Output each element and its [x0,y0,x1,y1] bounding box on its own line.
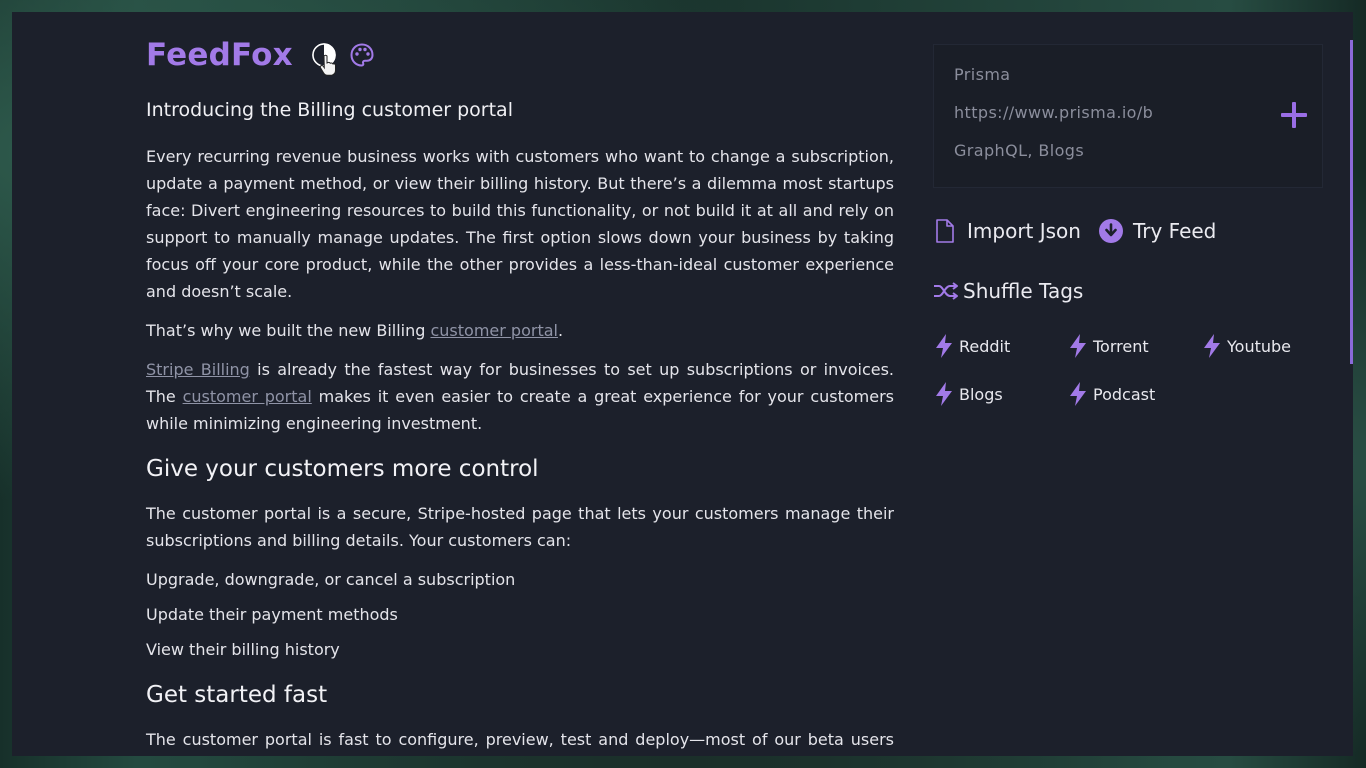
tag-item[interactable]: Torrent [1067,333,1201,359]
tag-item[interactable]: Podcast [1067,381,1201,407]
customer-portal-link[interactable]: customer portal [430,321,557,340]
add-feed-button[interactable] [1280,101,1308,129]
article-heading: Introducing the Billing customer portal [146,99,513,121]
tag-item[interactable]: Reddit [933,333,1067,359]
theme-toggle-icon[interactable] [311,42,337,76]
shuffle-icon [934,282,958,300]
tag-label: Blogs [959,384,1003,404]
list-item: Upgrade, downgrade, or cancel a subscrip… [146,570,516,589]
feed-url-input[interactable]: https://www.prisma.io/b [954,101,1302,139]
tag-label: Youtube [1227,336,1291,356]
palette-icon[interactable] [349,42,375,68]
try-feed-label: Try Feed [1132,219,1217,243]
add-feed-form: Prisma https://www.prisma.io/b GraphQL, … [933,44,1323,188]
paragraph-intro: Every recurring revenue business works w… [146,147,894,301]
tag-label: Reddit [959,336,1011,356]
file-icon [936,219,954,243]
header: FeedFox [146,37,375,76]
lightning-icon [1204,334,1220,358]
scrollbar[interactable] [1350,40,1353,364]
section-heading-started: Get started fast [146,682,328,708]
text-span: That’s why we built the new Billing [146,321,431,340]
list-item: Update their payment methods [146,605,398,624]
lightning-icon [936,382,952,406]
lightning-icon [936,334,952,358]
tag-label: Torrent [1093,336,1149,356]
app-panel: FeedFox Introducing the Billing customer… [12,12,1353,756]
lightning-icon [1070,382,1086,406]
paragraph-started: The customer portal is fast to configure… [146,730,894,749]
tag-item[interactable]: Blogs [933,381,1067,407]
import-json-label: Import Json [967,219,1081,243]
hand-cursor-icon [319,54,336,76]
feed-name-input[interactable]: Prisma [954,63,1302,101]
shuffle-tags-button[interactable]: Shuffle Tags [933,279,1323,303]
import-json-button[interactable]: Import Json [933,218,1081,244]
stripe-billing-link[interactable]: Stripe Billing [146,360,250,379]
customer-portal-link-2[interactable]: customer portal [183,387,312,406]
download-circle-icon [1098,219,1123,243]
list-item: View their billing history [146,640,340,659]
actions-row: Import Json Try Feed [933,216,1323,246]
tag-label: Podcast [1093,384,1156,404]
section-heading-control: Give your customers more control [146,456,539,482]
paragraph-portal: The customer portal is a secure, Stripe-… [146,504,894,550]
tag-item[interactable]: Youtube [1201,333,1335,359]
sidebar: Prisma https://www.prisma.io/b GraphQL, … [933,44,1323,407]
article: Introducing the Billing customer portal … [146,96,894,756]
lightning-icon [1070,334,1086,358]
shuffle-tags-label: Shuffle Tags [963,279,1084,303]
paragraph-why: That’s why we built the new Billing cust… [146,317,894,344]
text-span: . [557,321,564,340]
brand-title[interactable]: FeedFox [146,37,293,73]
feed-tags-input[interactable]: GraphQL, Blogs [954,139,1302,177]
paragraph-billing: Stripe Billing is already the fastest wa… [146,356,894,437]
tag-list: Reddit Torrent Youtube Blogs Podcast [933,333,1323,407]
try-feed-button[interactable]: Try Feed [1098,219,1217,243]
